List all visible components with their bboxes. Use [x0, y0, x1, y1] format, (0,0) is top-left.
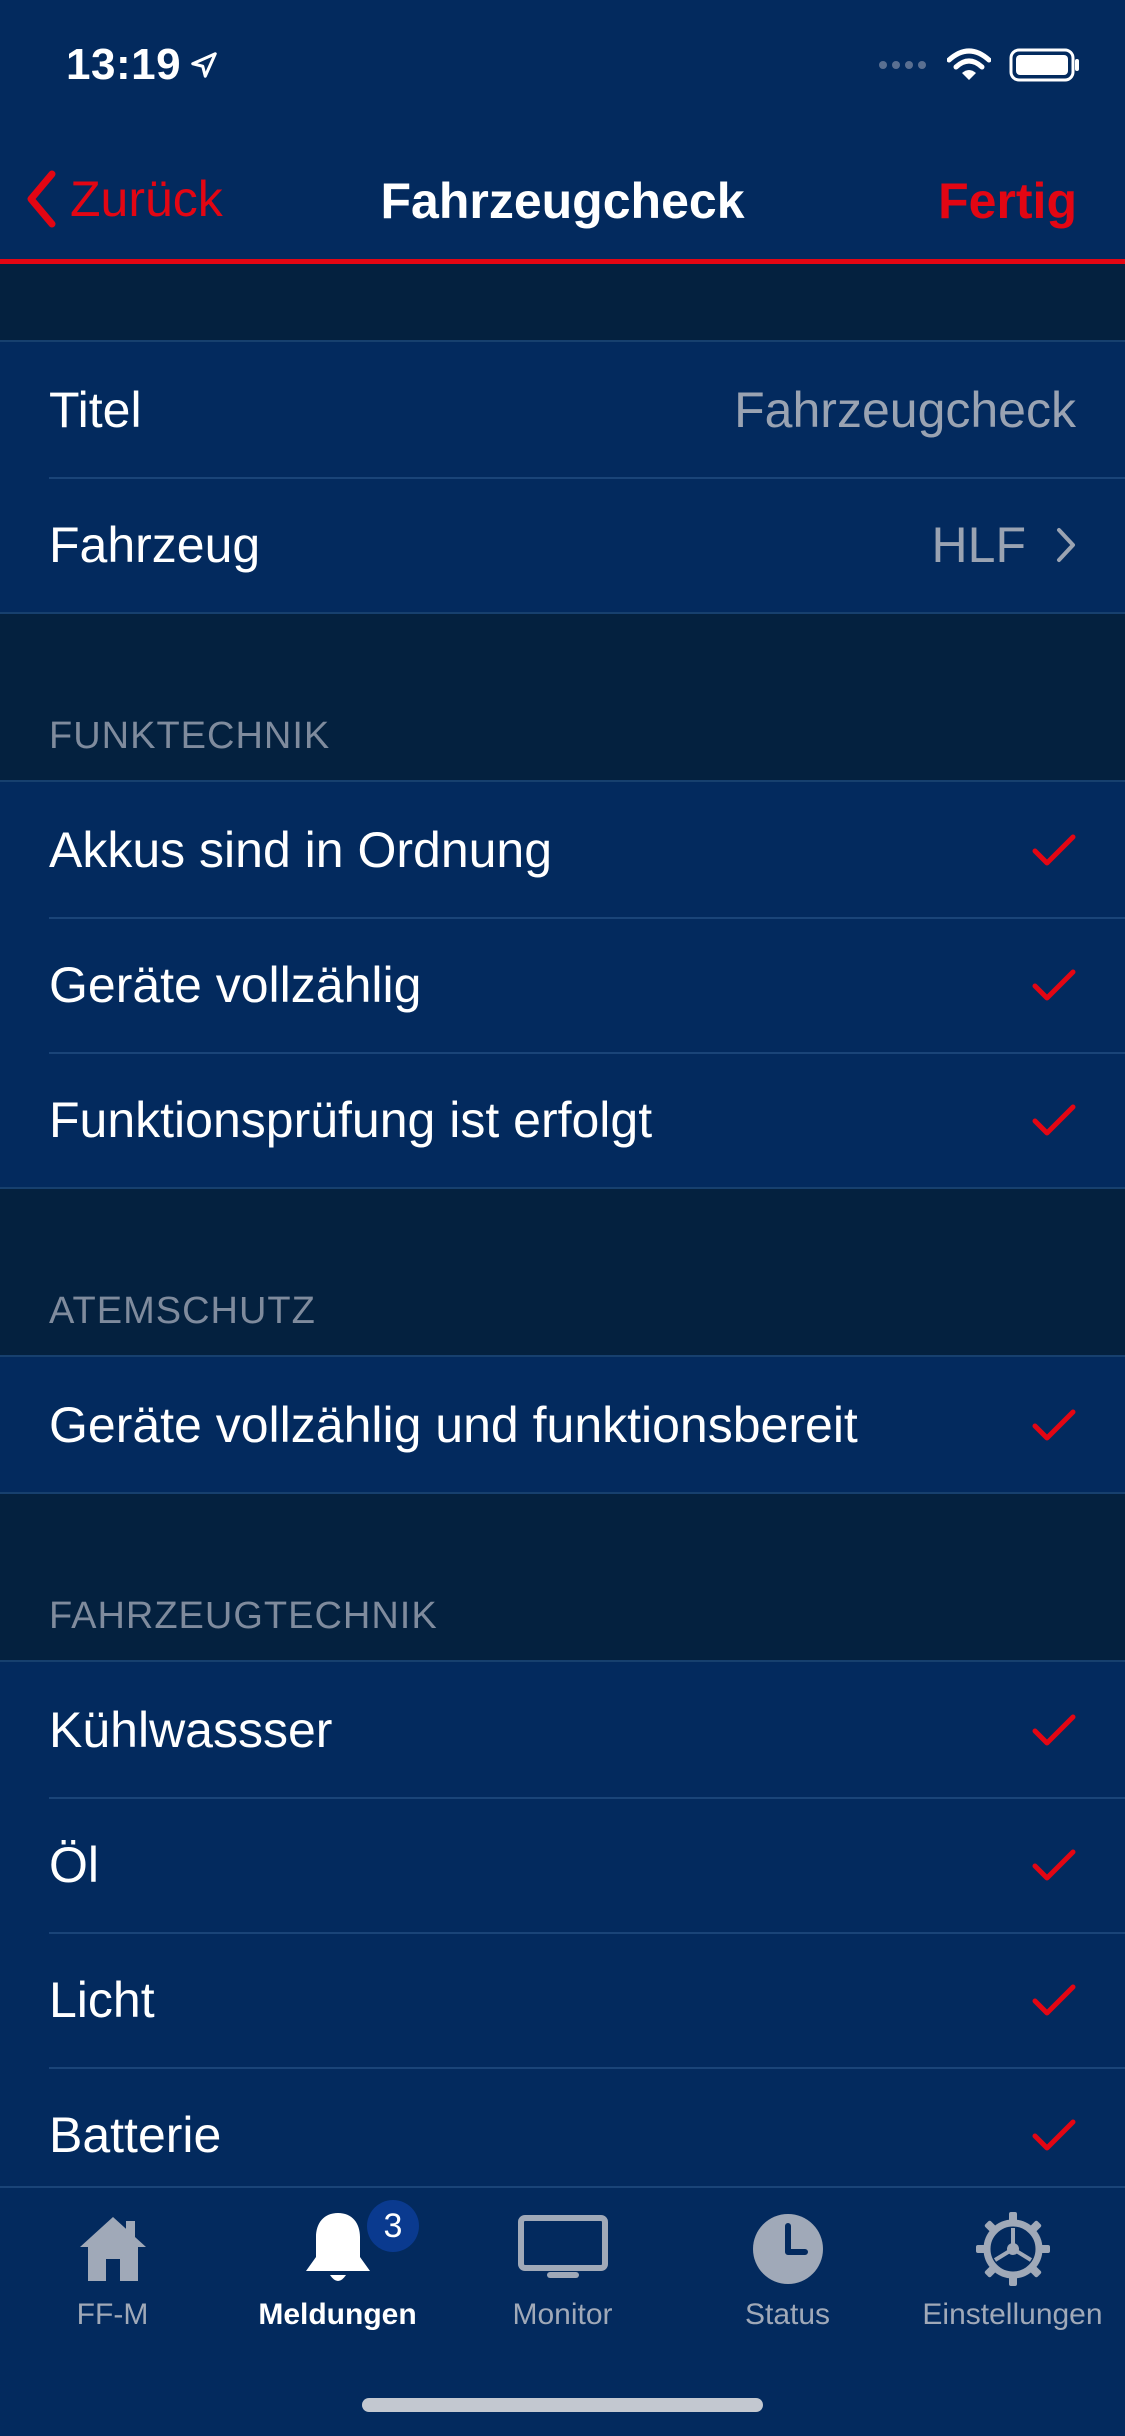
- tab-label: Status: [744, 2298, 831, 2331]
- tab-label: FF-M: [76, 2298, 149, 2331]
- checkmark-icon: [1032, 2119, 1076, 2150]
- checklist-item-label: Batterie: [49, 2106, 222, 2163]
- battery-icon: [1009, 48, 1079, 82]
- notification-badge: 3: [367, 2200, 419, 2252]
- status-time: 13:19: [66, 40, 219, 90]
- home-indicator[interactable]: [362, 2398, 763, 2412]
- checklist-item[interactable]: Öl: [0, 1797, 1125, 1932]
- tab-meldungen[interactable]: 3 Meldungen: [225, 2188, 450, 2348]
- status-indicators: [877, 48, 1081, 82]
- status-time-text: 13:19: [66, 40, 182, 89]
- checklist-item[interactable]: Funktionsprüfung ist erfolgt: [0, 1052, 1125, 1187]
- navigation-bar: Zurück Fahrzeugcheck Fertig: [0, 132, 1125, 264]
- monitor-icon: [517, 2204, 609, 2294]
- checklist-item-label: Akkus sind in Ordnung: [49, 821, 553, 878]
- section-header-fahrzeugtechnik: FAHRZEUGTECHNIK: [0, 1546, 1125, 1660]
- checkmark-icon: [1032, 1984, 1076, 2015]
- tab-ff-m[interactable]: FF-M: [0, 2188, 225, 2348]
- vehicle-value-wrapper: HLF: [932, 516, 1076, 574]
- chevron-right-icon: [1057, 527, 1075, 562]
- section-atemschutz: Geräte vollzählig und funktionsbereit: [0, 1355, 1125, 1494]
- clock-icon: [751, 2204, 825, 2294]
- checklist-item[interactable]: Geräte vollzählig: [0, 917, 1125, 1052]
- tab-label: Meldungen: [258, 2298, 417, 2331]
- checkmark-icon: [1032, 1104, 1076, 1135]
- tab-bar: FF-M 3 Meldungen Monitor Status Einstell…: [0, 2186, 1125, 2436]
- section-header-funktechnik: FUNKTECHNIK: [0, 666, 1125, 780]
- checklist-item-label: Licht: [49, 1971, 155, 2028]
- tab-einstellungen[interactable]: Einstellungen: [900, 2188, 1125, 2348]
- tab-list: FF-M 3 Meldungen Monitor Status Einstell…: [0, 2188, 1125, 2348]
- checklist-item[interactable]: Kühlwassser: [0, 1662, 1125, 1797]
- tab-label: Einstellungen: [922, 2298, 1103, 2331]
- title-label: Titel: [49, 381, 142, 438]
- title-row[interactable]: Titel Fahrzeugcheck: [0, 342, 1125, 477]
- checkmark-icon: [1032, 969, 1076, 1000]
- checkmark-icon: [1032, 1849, 1076, 1880]
- checkmark-icon: [1032, 1714, 1076, 1745]
- house-icon: [76, 2204, 150, 2294]
- section-fahrzeugtechnik: Kühlwassser Öl Licht Batterie: [0, 1660, 1125, 2186]
- section-funktechnik: Akkus sind in Ordnung Geräte vollzählig …: [0, 780, 1125, 1189]
- top-spacer: [0, 264, 1125, 340]
- checklist-item-label: Geräte vollzählig: [49, 956, 422, 1013]
- checkmark-icon: [1032, 834, 1076, 865]
- section-header-atemschutz: ATEMSCHUTZ: [0, 1241, 1125, 1355]
- tab-monitor[interactable]: Monitor: [450, 2188, 675, 2348]
- checklist-item[interactable]: Batterie: [0, 2067, 1125, 2186]
- checklist-item-label: Kühlwassser: [49, 1701, 333, 1758]
- done-button[interactable]: Fertig: [938, 172, 1077, 230]
- location-arrow-icon: [191, 52, 217, 78]
- checklist-item-label: Geräte vollzählig und funktionsbereit: [49, 1396, 858, 1453]
- vehicle-row[interactable]: Fahrzeug HLF: [0, 477, 1125, 612]
- checklist-item[interactable]: Geräte vollzählig und funktionsbereit: [0, 1357, 1125, 1492]
- gear-icon: [974, 2204, 1052, 2294]
- tab-status[interactable]: Status: [675, 2188, 900, 2348]
- vehicle-label: Fahrzeug: [49, 516, 261, 573]
- checklist-item[interactable]: Akkus sind in Ordnung: [0, 782, 1125, 917]
- cellular-signal-icon: [879, 61, 926, 69]
- checklist-item[interactable]: Licht: [0, 1932, 1125, 2067]
- form-content[interactable]: Titel Fahrzeugcheck Fahrzeug HLF FUNKTEC…: [0, 264, 1125, 2186]
- checkmark-icon: [1032, 1409, 1076, 1440]
- bell-icon: [302, 2204, 374, 2294]
- wifi-icon: [947, 48, 991, 80]
- checklist-item-label: Funktionsprüfung ist erfolgt: [49, 1091, 653, 1148]
- status-bar: 13:19: [0, 0, 1125, 132]
- checklist-item-label: Öl: [49, 1836, 99, 1893]
- general-group: Titel Fahrzeugcheck Fahrzeug HLF: [0, 340, 1125, 614]
- vehicle-value: HLF: [931, 516, 1026, 573]
- title-value: Fahrzeugcheck: [734, 381, 1076, 438]
- tab-label: Monitor: [512, 2298, 613, 2331]
